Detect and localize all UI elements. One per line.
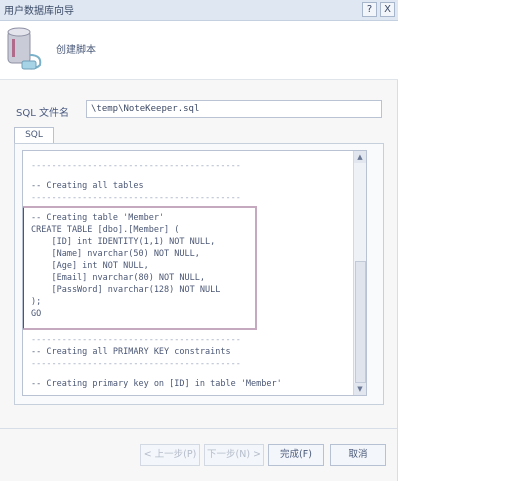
- code-line: [Name] nvarchar(50) NOT NULL,: [31, 249, 200, 259]
- sql-file-label: SQL 文件名: [16, 108, 69, 119]
- scroll-up-icon[interactable]: ▲: [354, 151, 366, 163]
- code-line: ----------------------------------------…: [31, 161, 241, 171]
- sql-file-path-input[interactable]: \temp\NoteKeeper.sql: [86, 100, 382, 118]
- scroll-thumb[interactable]: [355, 261, 366, 383]
- tab-sql[interactable]: SQL: [14, 127, 54, 143]
- code-line: CREATE TABLE [dbo].[Member] (: [31, 225, 180, 235]
- header-title: 创建脚本: [56, 45, 96, 56]
- code-line: -- Creating table 'Member': [31, 213, 165, 223]
- title-bar: 用户数据库向导 ? X: [0, 0, 398, 21]
- window-title: 用户数据库向导: [4, 6, 74, 17]
- finish-button[interactable]: 完成(F): [268, 444, 324, 466]
- code-line: );: [31, 297, 42, 307]
- sql-editor[interactable]: ----------------------------------------…: [22, 150, 367, 396]
- close-button[interactable]: X: [380, 2, 395, 17]
- prev-button[interactable]: < 上一步(P): [140, 444, 200, 466]
- footer-divider: [0, 428, 398, 429]
- wizard-window: 用户数据库向导 ? X 创建脚本 SQL 文件名 \temp\NoteKeepe…: [0, 0, 398, 481]
- next-button[interactable]: 下一步(N) >: [204, 444, 264, 466]
- code-line: ----------------------------------------…: [31, 193, 241, 203]
- code-line: [PassWord] nvarchar(128) NOT NULL: [31, 285, 221, 295]
- code-line: -- Creating all PRIMARY KEY constraints: [31, 347, 231, 357]
- help-button[interactable]: ?: [362, 2, 377, 17]
- database-icon: [7, 27, 42, 70]
- scroll-down-icon[interactable]: ▼: [354, 383, 366, 395]
- code-line: ----------------------------------------…: [31, 359, 241, 369]
- code-line: [Email] nvarchar(80) NOT NULL,: [31, 273, 205, 283]
- code-line: -- Creating all tables: [31, 181, 144, 191]
- cancel-button[interactable]: 取消: [330, 444, 386, 466]
- vertical-scrollbar[interactable]: ▲ ▼: [353, 151, 366, 395]
- code-line: ----------------------------------------…: [31, 335, 241, 345]
- code-line: GO: [31, 309, 42, 319]
- code-line: -- Creating primary key on [ID] in table…: [31, 379, 282, 389]
- code-line: [ID] int IDENTITY(1,1) NOT NULL,: [31, 237, 216, 247]
- wizard-header: 创建脚本: [0, 21, 398, 80]
- code-line: [Age] int NOT NULL,: [31, 261, 149, 271]
